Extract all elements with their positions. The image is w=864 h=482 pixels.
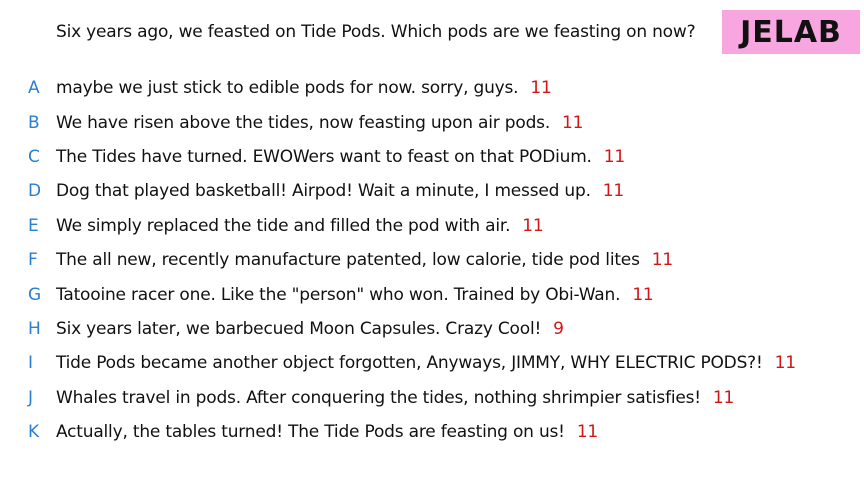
answer-row-c: C The Tides have turned. EWOWers want to… xyxy=(0,140,864,174)
answer-text: Whales travel in pods. After conquering … xyxy=(56,388,734,408)
question-text: Six years ago, we feasted on Tide Pods. … xyxy=(56,22,696,42)
answer-row-g: G Tatooine racer one. Like the "person" … xyxy=(0,277,864,311)
answer-score: 11 xyxy=(602,181,625,202)
answer-body: Actually, the tables turned! The Tide Po… xyxy=(56,422,565,443)
answer-row-f: F The all new, recently manufacture pate… xyxy=(0,243,864,277)
answer-row-b: B We have risen above the tides, now fea… xyxy=(0,105,864,139)
answer-list: A maybe we just stick to edible pods for… xyxy=(0,71,864,449)
answer-letter: H xyxy=(28,318,41,339)
answer-score: 11 xyxy=(603,146,625,167)
answer-letter: I xyxy=(28,353,34,374)
answer-letter: F xyxy=(28,250,38,271)
answer-score: 9 xyxy=(553,318,564,339)
answer-row-h: H Six years later, we barbecued Moon Cap… xyxy=(0,312,864,346)
answer-row-i: I Tide Pods became another object forgot… xyxy=(0,346,864,380)
answer-text: maybe we just stick to edible pods for n… xyxy=(56,78,552,98)
answer-body: Tatooine racer one. Like the "person" wh… xyxy=(56,284,621,305)
answer-score: 11 xyxy=(522,215,544,236)
answer-score: 11 xyxy=(632,284,654,305)
answer-score: 11 xyxy=(562,112,584,133)
answer-body: Dog that played basketball! Airpod! Wait… xyxy=(56,181,591,202)
answer-text: The all new, recently manufacture patent… xyxy=(56,250,673,270)
answer-score: 11 xyxy=(774,353,796,374)
answer-text: We have risen above the tides, now feast… xyxy=(56,113,583,133)
answer-text: Actually, the tables turned! The Tide Po… xyxy=(56,422,598,442)
answer-row-j: J Whales travel in pods. After conquerin… xyxy=(0,381,864,415)
answer-letter: J xyxy=(28,387,34,408)
answer-row-d: D Dog that played basketball! Airpod! Wa… xyxy=(0,174,864,208)
answer-body: The Tides have turned. EWOWers want to f… xyxy=(56,146,592,167)
answer-letter: C xyxy=(28,146,40,167)
answer-score: 11 xyxy=(530,78,552,99)
answer-letter: G xyxy=(28,284,42,305)
answer-score: 11 xyxy=(651,250,673,271)
answer-body: We simply replaced the tide and filled t… xyxy=(56,215,511,236)
answer-row-e: E We simply replaced the tide and filled… xyxy=(0,209,864,243)
answer-body: Tide Pods became another object forgotte… xyxy=(56,353,763,374)
answer-text: Tide Pods became another object forgotte… xyxy=(56,353,796,373)
answer-score: 11 xyxy=(712,387,735,408)
jelab-badge: JELAB xyxy=(722,10,860,54)
answer-body: We have risen above the tides, now feast… xyxy=(56,112,551,133)
answer-letter: D xyxy=(28,181,42,202)
badge-label: JELAB xyxy=(740,14,842,50)
answer-text: Six years later, we barbecued Moon Capsu… xyxy=(56,319,564,339)
answer-body: Whales travel in pods. After conquering … xyxy=(56,387,701,408)
answer-letter: A xyxy=(28,78,40,99)
answer-text: Dog that played basketball! Airpod! Wait… xyxy=(56,181,624,201)
answer-letter: K xyxy=(28,422,40,443)
answer-body: The all new, recently manufacture patent… xyxy=(56,250,640,271)
answer-score: 11 xyxy=(576,422,599,443)
answer-letter: E xyxy=(28,215,39,236)
answer-text: We simply replaced the tide and filled t… xyxy=(56,216,544,236)
answer-row-a: A maybe we just stick to edible pods for… xyxy=(0,71,864,105)
answer-text: The Tides have turned. EWOWers want to f… xyxy=(56,147,625,167)
answer-text: Tatooine racer one. Like the "person" wh… xyxy=(56,285,654,305)
answer-body: maybe we just stick to edible pods for n… xyxy=(56,78,519,99)
answer-letter: B xyxy=(28,112,40,133)
answer-row-k: K Actually, the tables turned! The Tide … xyxy=(0,415,864,449)
answer-body: Six years later, we barbecued Moon Capsu… xyxy=(56,318,542,339)
